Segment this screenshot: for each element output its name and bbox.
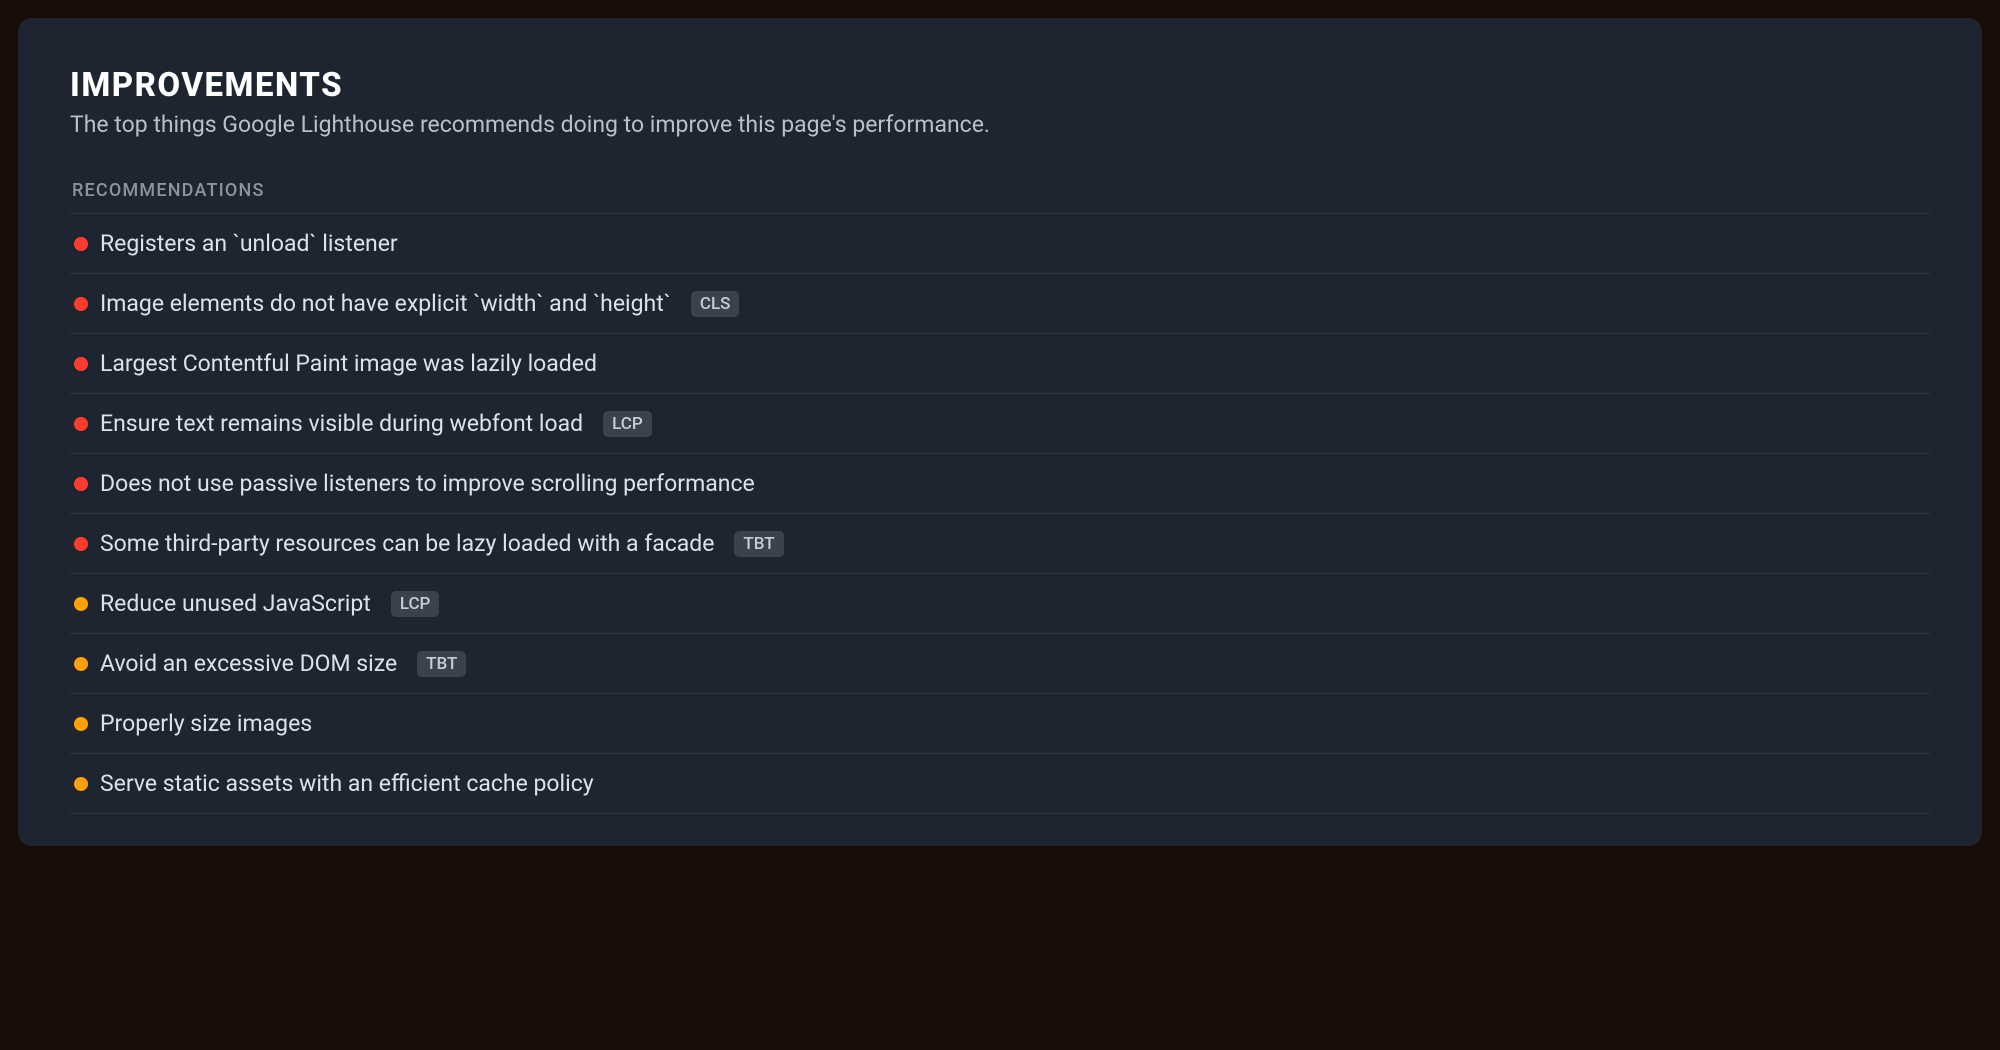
list-item[interactable]: Ensure text remains visible during webfo…	[70, 393, 1930, 453]
metric-badge: LCP	[391, 591, 440, 617]
status-dot-icon	[74, 237, 88, 251]
page-title: IMPROVEMENTS	[70, 66, 1930, 105]
item-text: Some third-party resources can be lazy l…	[100, 530, 714, 557]
status-dot-icon	[74, 477, 88, 491]
improvements-panel: IMPROVEMENTS The top things Google Light…	[18, 18, 1982, 846]
status-dot-icon	[74, 597, 88, 611]
list-item[interactable]: Serve static assets with an efficient ca…	[70, 753, 1930, 814]
item-text: Registers an `unload` listener	[100, 230, 398, 257]
item-text: Does not use passive listeners to improv…	[100, 470, 755, 497]
item-text: Reduce unused JavaScript	[100, 590, 371, 617]
status-dot-icon	[74, 417, 88, 431]
metric-badge: TBT	[417, 651, 466, 677]
list-item[interactable]: Does not use passive listeners to improv…	[70, 453, 1930, 513]
recommendations-list: Registers an `unload` listener Image elem…	[70, 213, 1930, 814]
list-item[interactable]: Avoid an excessive DOM size TBT	[70, 633, 1930, 693]
item-text: Largest Contentful Paint image was lazil…	[100, 350, 597, 377]
list-item[interactable]: Largest Contentful Paint image was lazil…	[70, 333, 1930, 393]
metric-badge: TBT	[734, 531, 783, 557]
status-dot-icon	[74, 717, 88, 731]
metric-badge: CLS	[691, 291, 740, 317]
item-text: Properly size images	[100, 710, 312, 737]
status-dot-icon	[74, 657, 88, 671]
list-item[interactable]: Image elements do not have explicit `wid…	[70, 273, 1930, 333]
status-dot-icon	[74, 537, 88, 551]
list-item[interactable]: Reduce unused JavaScript LCP	[70, 573, 1930, 633]
status-dot-icon	[74, 297, 88, 311]
list-item[interactable]: Some third-party resources can be lazy l…	[70, 513, 1930, 573]
status-dot-icon	[74, 777, 88, 791]
item-text: Image elements do not have explicit `wid…	[100, 290, 671, 317]
section-label: RECOMMENDATIONS	[70, 180, 1930, 201]
list-item[interactable]: Registers an `unload` listener	[70, 213, 1930, 273]
metric-badge: LCP	[603, 411, 652, 437]
item-text: Serve static assets with an efficient ca…	[100, 770, 594, 797]
page-subtitle: The top things Google Lighthouse recomme…	[70, 111, 1930, 138]
status-dot-icon	[74, 357, 88, 371]
item-text: Ensure text remains visible during webfo…	[100, 410, 583, 437]
item-text: Avoid an excessive DOM size	[100, 650, 397, 677]
list-item[interactable]: Properly size images	[70, 693, 1930, 753]
